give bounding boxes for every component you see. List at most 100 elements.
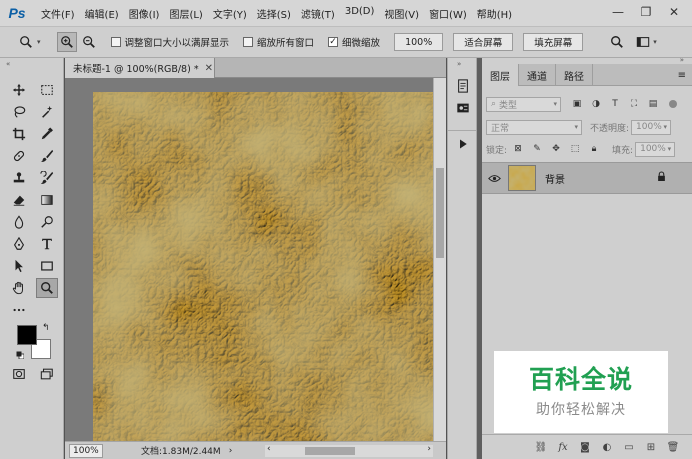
lock-position-icon[interactable]: ✥ bbox=[548, 141, 564, 157]
actions-play-icon[interactable] bbox=[452, 134, 474, 154]
scroll-left-icon[interactable]: ‹ bbox=[267, 444, 271, 454]
magic-wand-tool-icon[interactable] bbox=[36, 102, 58, 122]
menu-type[interactable]: 文字(Y) bbox=[208, 6, 252, 21]
horizontal-scrollbar[interactable]: ‹ › bbox=[265, 444, 433, 457]
status-menu-arrow-icon[interactable]: › bbox=[229, 446, 233, 456]
zoom-all-windows-checkbox[interactable]: 缩放所有窗口 bbox=[243, 35, 314, 49]
zoom-tool-preset-icon[interactable] bbox=[16, 32, 36, 52]
menu-help[interactable]: 帮助(H) bbox=[472, 6, 517, 21]
preset-dropdown-arrow-icon[interactable]: ▾ bbox=[37, 38, 41, 46]
close-button[interactable]: ✕ bbox=[662, 3, 686, 21]
opacity-field[interactable]: 100% ▾ bbox=[631, 119, 672, 135]
eraser-tool-icon[interactable] bbox=[8, 190, 30, 210]
edit-toolbar-icon[interactable] bbox=[8, 300, 30, 320]
fill-screen-button[interactable]: 填充屏幕 bbox=[523, 33, 584, 51]
lasso-tool-icon[interactable] bbox=[8, 102, 30, 122]
new-adjustment-layer-icon[interactable]: ◐ bbox=[596, 438, 618, 456]
filter-kind-select[interactable]: ⌕ 类型 ▾ bbox=[486, 96, 561, 112]
marquee-tool-icon[interactable] bbox=[36, 80, 58, 100]
search-icon[interactable] bbox=[607, 32, 627, 52]
collapse-arrows-icon[interactable]: « bbox=[6, 60, 10, 68]
menu-image[interactable]: 图像(I) bbox=[124, 6, 165, 21]
close-tab-icon[interactable]: ✕ bbox=[205, 63, 213, 74]
panel-collapse-icon[interactable]: » bbox=[680, 56, 684, 64]
menu-view[interactable]: 视图(V) bbox=[379, 6, 424, 21]
add-mask-icon[interactable]: ◙ bbox=[574, 438, 596, 456]
type-tool-icon[interactable] bbox=[36, 234, 58, 254]
menu-layer[interactable]: 图层(L) bbox=[164, 6, 207, 21]
zoom-level-field[interactable]: 100% bbox=[69, 443, 103, 458]
history-panel-icon[interactable] bbox=[452, 76, 474, 96]
hand-tool-icon[interactable] bbox=[8, 278, 30, 298]
link-layers-icon[interactable]: ⛓ bbox=[530, 438, 552, 456]
blend-mode-select[interactable]: 正常 ▾ bbox=[486, 119, 582, 135]
pen-tool-icon[interactable] bbox=[8, 234, 30, 254]
scrubby-zoom-checkbox[interactable]: ✓ 细微缩放 bbox=[328, 35, 380, 49]
panel-menu-icon[interactable]: ≡ bbox=[678, 70, 686, 81]
horizontal-scroll-thumb[interactable] bbox=[305, 447, 355, 455]
properties-panel-icon[interactable] bbox=[452, 98, 474, 118]
screen-mode-icon[interactable] bbox=[36, 364, 58, 384]
restore-button[interactable]: ❐ bbox=[634, 3, 658, 21]
blur-tool-icon[interactable] bbox=[8, 212, 30, 232]
clone-stamp-tool-icon[interactable] bbox=[8, 168, 30, 188]
workspace-dropdown-arrow-icon[interactable]: ▾ bbox=[653, 38, 657, 46]
filter-type-icon[interactable]: T bbox=[607, 96, 623, 112]
filter-smart-object-icon[interactable]: ▤ bbox=[645, 96, 661, 112]
lock-transparent-pixels-icon[interactable]: ⊠ bbox=[510, 141, 526, 157]
resize-windows-checkbox[interactable]: 调整窗口大小以满屏显示 bbox=[110, 35, 229, 49]
visibility-eye-icon[interactable] bbox=[482, 174, 506, 183]
resize-windows-box[interactable] bbox=[110, 37, 121, 47]
lock-artboard-icon[interactable]: ⬚ bbox=[567, 141, 583, 157]
menu-file[interactable]: 文件(F) bbox=[36, 6, 80, 21]
zoom-in-icon[interactable] bbox=[56, 32, 77, 52]
zoom-100-button[interactable]: 100% bbox=[394, 33, 444, 51]
delete-layer-icon[interactable]: 🗑︎ bbox=[662, 438, 684, 456]
menu-select[interactable]: 选择(S) bbox=[252, 6, 296, 21]
move-tool-icon[interactable] bbox=[8, 80, 30, 100]
lock-image-pixels-icon[interactable]: ✎ bbox=[529, 141, 545, 157]
path-selection-tool-icon[interactable] bbox=[8, 256, 30, 276]
dodge-tool-icon[interactable] bbox=[36, 212, 58, 232]
vertical-scrollbar[interactable] bbox=[433, 78, 446, 441]
minimize-button[interactable]: — bbox=[606, 3, 630, 21]
menu-window[interactable]: 窗口(W) bbox=[424, 6, 472, 21]
quick-mask-icon[interactable] bbox=[8, 364, 30, 384]
crop-tool-icon[interactable] bbox=[8, 124, 30, 144]
workspace-switcher-icon[interactable] bbox=[633, 32, 653, 52]
scroll-right-icon[interactable]: › bbox=[427, 444, 431, 454]
new-layer-icon[interactable]: ⊞ bbox=[640, 438, 662, 456]
gradient-tool-icon[interactable] bbox=[36, 190, 58, 210]
tab-channels[interactable]: 通道 bbox=[519, 64, 556, 86]
zoom-tool-icon[interactable] bbox=[36, 278, 58, 298]
tab-layers[interactable]: 图层 bbox=[482, 64, 519, 86]
layer-name[interactable]: 背景 bbox=[545, 171, 565, 186]
swap-colors-icon[interactable]: ↰ bbox=[42, 323, 50, 333]
default-colors-icon[interactable] bbox=[16, 351, 25, 360]
tab-paths[interactable]: 路径 bbox=[556, 64, 593, 86]
scrubby-zoom-box[interactable]: ✓ bbox=[328, 37, 339, 47]
menu-filter[interactable]: 滤镜(T) bbox=[296, 6, 340, 21]
healing-brush-tool-icon[interactable] bbox=[8, 146, 30, 166]
foreground-color-swatch[interactable] bbox=[17, 325, 37, 345]
history-brush-tool-icon[interactable] bbox=[36, 168, 58, 188]
lock-all-icon[interactable]: 🔒︎ bbox=[586, 141, 602, 157]
layer-item-background[interactable]: 背景 bbox=[482, 162, 692, 194]
filter-toggle-icon[interactable] bbox=[669, 100, 677, 108]
filter-adjustment-icon[interactable]: ◑ bbox=[588, 96, 604, 112]
new-group-icon[interactable]: ▭ bbox=[618, 438, 640, 456]
menu-edit[interactable]: 编辑(E) bbox=[80, 6, 124, 21]
zoom-all-box[interactable] bbox=[243, 37, 254, 47]
document-tab[interactable]: 未标题-1 @ 100%(RGB/8) * ✕ bbox=[65, 58, 215, 78]
filter-pixel-icon[interactable]: ▣ bbox=[569, 96, 585, 112]
brush-tool-icon[interactable] bbox=[36, 146, 58, 166]
filter-shape-icon[interactable]: ⛶ bbox=[626, 96, 642, 112]
layer-style-fx-icon[interactable]: fx bbox=[552, 438, 574, 456]
fill-field[interactable]: 100% ▾ bbox=[635, 141, 676, 157]
dock-collapse-icon[interactable]: » bbox=[457, 60, 461, 68]
rectangle-tool-icon[interactable] bbox=[36, 256, 58, 276]
fit-screen-button[interactable]: 适合屏幕 bbox=[453, 33, 514, 51]
vertical-scroll-thumb[interactable] bbox=[436, 168, 444, 258]
canvas-gold-foil-texture[interactable] bbox=[93, 92, 433, 441]
eyedropper-tool-icon[interactable] bbox=[36, 124, 58, 144]
